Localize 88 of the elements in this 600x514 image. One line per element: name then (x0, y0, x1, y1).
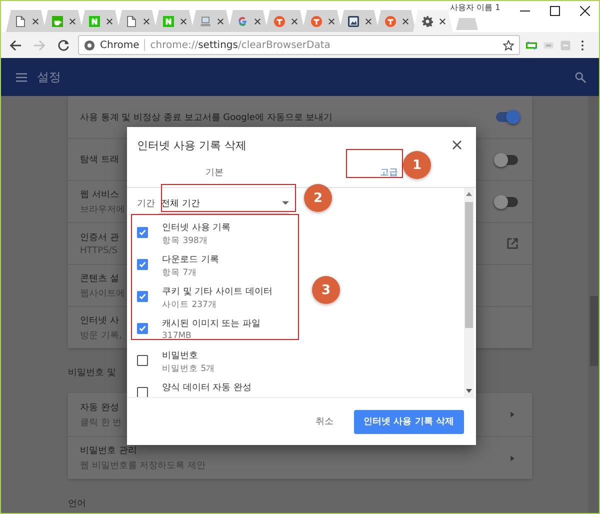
n-logo-icon (89, 16, 100, 26)
address-bar[interactable]: Chrome chrome://settings/clearBrowserData (78, 35, 520, 55)
section-heading: 언어 (68, 498, 86, 510)
toggle-switch[interactable] (496, 196, 518, 206)
profile-name[interactable]: 사용자 이름 1 (450, 2, 500, 13)
browser-tab[interactable] (117, 10, 157, 32)
scrollbar[interactable] (588, 96, 600, 514)
checkbox[interactable] (137, 323, 148, 334)
setting-title: 비밀번호 관리 (80, 445, 137, 457)
search-icon[interactable] (575, 72, 586, 82)
image-icon (348, 16, 359, 26)
browser-tab[interactable] (339, 10, 379, 32)
close-icon[interactable] (328, 18, 335, 24)
toggle-switch[interactable] (496, 154, 518, 164)
browser-tab[interactable] (413, 10, 453, 32)
t-logo-icon (311, 16, 322, 26)
caret-icon (282, 201, 289, 205)
step-number: 2 (304, 184, 332, 212)
step-number: 1 (403, 151, 431, 179)
section-heading: 비밀번호 및 (68, 367, 116, 380)
close-icon[interactable] (143, 18, 150, 24)
period-label: 기간 (137, 198, 155, 210)
close-icon[interactable] (402, 18, 409, 24)
close-icon[interactable] (254, 18, 261, 24)
item-detail: 항목 7개 (162, 267, 198, 279)
menu-icon[interactable] (16, 72, 27, 82)
item-label: 비밀번호 (162, 350, 199, 362)
scrollbar[interactable] (464, 188, 474, 397)
item-detail: 317MB (162, 331, 192, 341)
page-title: 설정 (37, 68, 62, 86)
close-icon[interactable] (365, 18, 372, 24)
close-icon[interactable] (106, 18, 113, 24)
url-text: chrome://settings/clearBrowserData (150, 40, 332, 50)
maximize-icon[interactable] (550, 6, 560, 16)
browser-tab[interactable] (191, 10, 231, 32)
checkbox[interactable] (137, 227, 148, 238)
cancel-button[interactable]: 취소 (316, 415, 334, 428)
checkbox[interactable] (137, 387, 148, 397)
close-icon[interactable] (32, 18, 39, 24)
setting-title: 인증서 관 (80, 232, 119, 244)
item-label: 쿠키 및 기타 사이트 데이터 (162, 286, 272, 298)
setting-title: 콘텐츠 설 (80, 272, 119, 284)
close-icon[interactable] (180, 18, 187, 24)
item-detail: 사이트 237개 (162, 299, 218, 311)
item-label: 인터넷 사용 기록 (162, 222, 231, 234)
period-dropdown[interactable]: 전체 기간 (159, 194, 289, 214)
star-icon[interactable] (503, 40, 514, 50)
setting-title: 인터넷 사 (80, 314, 119, 326)
browser-tab[interactable] (6, 10, 46, 32)
browser-tab[interactable] (228, 10, 268, 32)
computer-icon (200, 16, 211, 26)
close-icon[interactable] (580, 6, 590, 16)
extension-icon[interactable] (526, 40, 537, 50)
settings-icon (422, 16, 433, 26)
item-detail: 항목 398개 (162, 235, 209, 247)
t-logo-icon (385, 16, 396, 26)
g-logo-icon (237, 16, 248, 26)
close-icon[interactable] (452, 140, 462, 150)
item-label: 양식 데이터 자동 완성 (162, 382, 252, 394)
highlight-frame (346, 149, 403, 178)
delete-button[interactable]: 인터넷 사용 기록 삭제 (354, 410, 464, 434)
setting-title: 탐색 트래 (80, 154, 119, 166)
close-icon[interactable] (291, 18, 298, 24)
setting-title: 사용 통계 및 비정상 종료 보고서를 Google에 자동으로 보내기 (80, 112, 333, 124)
cup-icon (52, 16, 63, 26)
page-icon (15, 16, 26, 26)
external-link-icon[interactable] (507, 238, 518, 249)
step-number: 3 (312, 276, 340, 304)
checkbox[interactable] (137, 355, 148, 366)
checkbox[interactable] (137, 291, 148, 302)
site-label: Chrome (100, 40, 140, 50)
item-label: 캐시된 이미지 또는 파일 (162, 318, 261, 330)
setting-title: 자동 완성 (80, 402, 119, 414)
n-logo-icon (163, 16, 174, 26)
item-detail: 비밀번호 5개 (162, 363, 216, 375)
scroll-up-icon[interactable] (466, 192, 472, 196)
chrome-icon (84, 40, 95, 50)
dialog-tab[interactable]: 기본 (127, 157, 302, 187)
setting-title: 웹 서비스 (80, 188, 119, 200)
t-logo-icon (274, 16, 285, 26)
item-label: 다운로드 기록 (162, 254, 219, 266)
close-icon[interactable] (69, 18, 76, 24)
checkbox[interactable] (137, 259, 148, 270)
page-icon (126, 16, 137, 26)
close-icon[interactable] (439, 18, 446, 24)
toggle-switch[interactable] (496, 112, 518, 122)
dialog-title: 인터넷 사용 기록 삭제 (137, 138, 246, 152)
close-icon[interactable] (217, 18, 224, 24)
